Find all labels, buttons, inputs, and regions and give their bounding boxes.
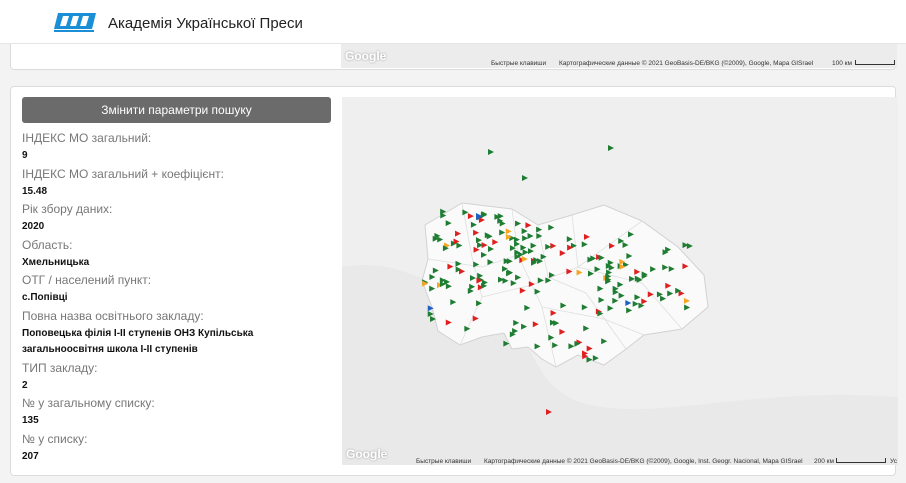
- field-label: ОТГ / населений пункт:: [22, 273, 152, 287]
- scale-bar: [836, 458, 886, 463]
- field-value: 15.48: [22, 185, 48, 197]
- field-label: № у загальному списку:: [22, 396, 155, 410]
- field-value: 9: [22, 150, 28, 161]
- google-logo: Google: [346, 447, 388, 461]
- field-value: Поповецька філія І-ІІ ступенів ОНЗ Купіл…: [22, 327, 254, 356]
- scale-label: 200 км: [814, 458, 834, 465]
- terms-link[interactable]: Ус: [890, 458, 897, 465]
- field-label: ТИП закладу:: [22, 360, 98, 375]
- map-attribution: Картографические данные © 2021 GeoBasis-…: [484, 458, 803, 465]
- field-label: Рік збору даних:: [22, 202, 113, 216]
- field-value: Хмельницька: [22, 256, 90, 268]
- keyboard-shortcuts-link[interactable]: Быстрые клавиши: [416, 458, 471, 465]
- results-card: Змінити параметри пошуку ІНДЕКС МО загал…: [10, 86, 898, 476]
- scale-bar: [855, 60, 895, 65]
- field-value: 135: [22, 415, 39, 426]
- map-attribution: Картографические данные © 2021 GeoBasis-…: [559, 60, 814, 67]
- school-details: ІНДЕКС МО загальний: 9 ІНДЕКС МО загальн…: [22, 129, 332, 465]
- aup-logo-icon[interactable]: [52, 11, 98, 33]
- field-label: Область:: [22, 237, 73, 252]
- field-value: 2: [22, 379, 28, 391]
- top-map-card: Google Быстрые клавиши Картографические …: [10, 44, 897, 70]
- map-canvas[interactable]: [342, 97, 898, 465]
- scale-label: 100 км: [832, 60, 852, 67]
- field-value: с.Попівці: [22, 292, 68, 303]
- schools-map[interactable]: Google Быстрые клавиши Картографические …: [342, 97, 898, 465]
- app-header: Академія Української Преси: [0, 0, 906, 44]
- field-label: Повна назва освітнього закладу:: [22, 308, 204, 323]
- field-value: 2020: [22, 221, 45, 232]
- top-map[interactable]: Google Быстрые клавиши Картографические …: [341, 44, 897, 68]
- change-search-button[interactable]: Змінити параметри пошуку: [22, 97, 331, 123]
- field-label: № у списку:: [22, 431, 88, 446]
- keyboard-shortcuts-link[interactable]: Быстрые клавиши: [491, 60, 546, 67]
- field-label: ІНДЕКС МО загальний:: [22, 131, 152, 145]
- field-value: 207: [22, 450, 39, 462]
- google-logo: Google: [345, 49, 387, 63]
- field-label: ІНДЕКС МО загальний + коефіцієнт:: [22, 166, 224, 181]
- brand-title[interactable]: Академія Української Преси: [108, 15, 303, 32]
